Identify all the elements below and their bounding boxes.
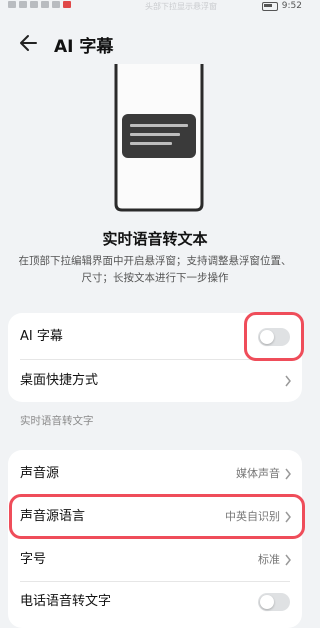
back-button[interactable] (16, 30, 42, 56)
ai-caption-label: AI 字幕 (20, 329, 63, 344)
sound-source-label: 声音源 (20, 466, 60, 481)
intro-description: 在顶部下拉编辑界面中开启悬浮窗；支持调整悬浮窗位置、尺寸；长按文本进行下一步操作 (18, 255, 292, 284)
notification-icon (52, 1, 60, 8)
settings-card-main: AI 字幕 桌面快捷方式 (8, 313, 302, 402)
toggle-knob (260, 595, 274, 609)
signal-icon (8, 1, 16, 8)
arrow-left-icon (20, 35, 37, 51)
chevron-right-icon (285, 375, 291, 387)
source-language-value: 中英自识别 (225, 510, 280, 523)
phone-illustration (114, 64, 204, 212)
chevron-right-icon (285, 511, 291, 523)
sound-source-row[interactable]: 声音源 媒体声音 (8, 452, 302, 496)
app-header: AI 字幕 (0, 28, 310, 58)
signal-icon (19, 1, 27, 8)
chevron-right-icon (285, 554, 291, 566)
status-bar: 头部下拉显示悬浮窗 9:52 (0, 0, 310, 14)
battery-icon (261, 1, 278, 11)
toggle-knob (260, 330, 274, 344)
source-language-label: 声音源语言 (20, 509, 86, 524)
page-title: AI 字幕 (54, 37, 114, 57)
font-size-value: 标准 (258, 553, 280, 566)
status-time: 9:52 (281, 1, 302, 11)
notification-icon (41, 1, 49, 8)
font-size-label: 字号 (20, 552, 47, 567)
wifi-icon (30, 1, 38, 8)
source-language-row[interactable]: 声音源语言 中英自识别 (8, 495, 302, 539)
ai-caption-row[interactable]: AI 字幕 (8, 315, 302, 359)
status-hint-text: 头部下拉显示悬浮窗 (145, 2, 217, 11)
phone-transcribe-toggle[interactable] (258, 593, 290, 611)
phone-transcribe-row[interactable]: 电话语音转文字 (8, 580, 302, 624)
status-icons-left (8, 1, 71, 8)
intro-title: 实时语音转文本 (102, 230, 208, 248)
desktop-shortcut-label: 桌面快捷方式 (20, 373, 99, 388)
sound-source-value: 媒体声音 (236, 467, 280, 480)
section-header: 实时语音转文字 (20, 415, 94, 427)
status-icons-right: 9:52 (261, 1, 302, 11)
settings-card-transcription: 声音源 媒体声音 声音源语言 中英自识别 字号 标准 电话语音转文字 (8, 450, 302, 628)
desktop-shortcut-row[interactable]: 桌面快捷方式 (8, 359, 302, 403)
phone-transcribe-label: 电话语音转文字 (20, 594, 112, 609)
chevron-right-icon (285, 468, 291, 480)
app-notification-icon (63, 1, 71, 8)
font-size-row[interactable]: 字号 标准 (8, 538, 302, 582)
ai-caption-toggle[interactable] (258, 328, 290, 346)
